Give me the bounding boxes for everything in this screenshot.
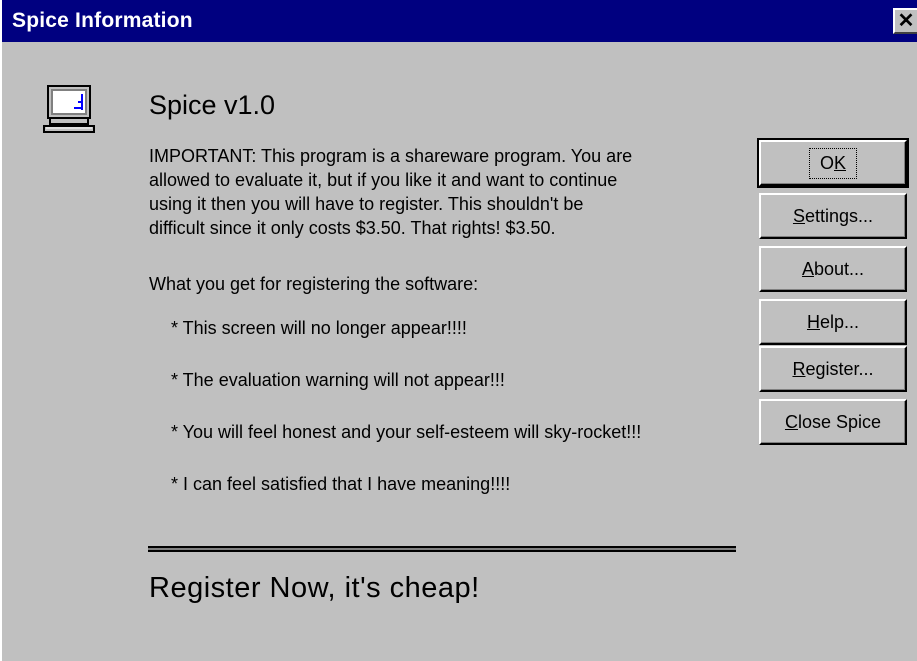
settings-button[interactable]: Settings... <box>759 193 907 239</box>
benefit-item: * This screen will no longer appear!!!! <box>171 318 467 338</box>
settings-button-label: Settings... <box>792 205 874 226</box>
register-button[interactable]: Register... <box>759 346 907 392</box>
benefit-item: * The evaluation warning will not appear… <box>171 370 505 390</box>
ok-button-label: OK <box>808 147 858 179</box>
window-title: Spice Information <box>12 9 193 32</box>
close-window-button[interactable]: ✕ <box>893 8 917 34</box>
dialog-window: Spice Information ✕ Spice v1.0 IMPORTANT… <box>0 0 917 661</box>
help-button-label: Help... <box>806 311 860 332</box>
about-button[interactable]: About... <box>759 246 907 292</box>
benefits-heading: What you get for registering the softwar… <box>149 274 479 294</box>
about-button-label: About... <box>801 258 865 279</box>
close-spice-button[interactable]: Close Spice <box>759 399 907 445</box>
register-call-to-action: Register Now, it's cheap! <box>149 572 480 604</box>
intro-text: IMPORTANT: This program is a shareware p… <box>149 146 633 238</box>
close-icon: ✕ <box>897 10 915 32</box>
register-button-label: Register... <box>792 358 874 379</box>
close-spice-button-label: Close Spice <box>784 411 882 432</box>
app-heading: Spice v1.0 <box>149 90 276 120</box>
help-button[interactable]: Help... <box>759 299 907 345</box>
monitor-icon <box>43 85 95 133</box>
separator-line <box>148 546 736 552</box>
title-bar[interactable]: Spice Information ✕ <box>2 0 917 42</box>
benefit-item: * I can feel satisfied that I have meani… <box>171 474 511 494</box>
benefit-item: * You will feel honest and your self-est… <box>171 422 642 442</box>
ok-button[interactable]: OK <box>757 138 909 188</box>
